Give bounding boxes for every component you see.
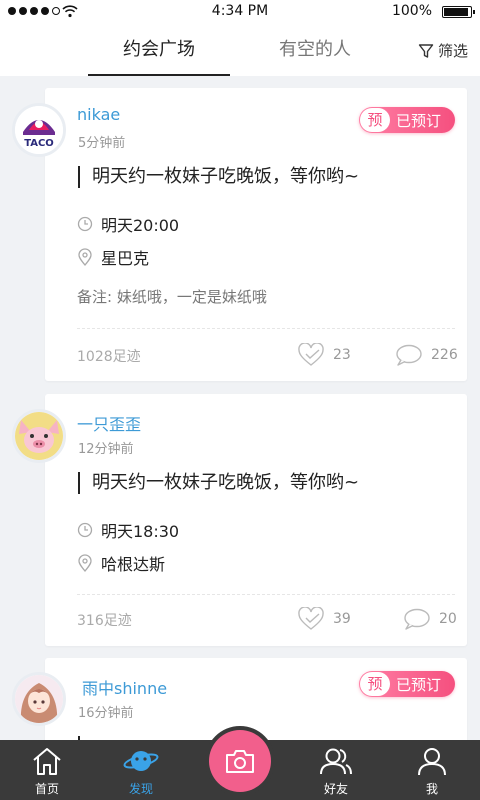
event-location: 星巴克 xyxy=(101,249,150,268)
event-time-row: 明天18:30 xyxy=(77,518,179,542)
clock-icon xyxy=(77,522,93,538)
avatar[interactable]: TACO xyxy=(12,103,66,157)
friends-icon xyxy=(320,748,352,775)
post-time: 16分钟前 xyxy=(78,706,134,721)
battery-icon xyxy=(442,6,475,18)
comment-button[interactable]: 226 xyxy=(395,343,458,367)
clock-icon xyxy=(77,216,93,232)
like-count: 39 xyxy=(333,611,351,627)
post-title: 明天约一枚妹子吃晚饭，等你哟~ xyxy=(78,166,359,188)
like-button[interactable]: 39 xyxy=(297,607,351,631)
home-icon xyxy=(33,748,61,775)
post-card[interactable]: TACO nikae 5分钟前 预 已预订 明天约一枚妹子吃晚饭，等你哟~ 明天… xyxy=(12,88,467,381)
divider xyxy=(77,594,455,595)
nav-friends[interactable]: 好友 xyxy=(296,740,376,800)
footprint-count: 1028足迹 xyxy=(77,349,141,365)
event-datetime: 明天20:00 xyxy=(101,216,180,235)
heart-icon xyxy=(298,607,324,630)
battery-percentage: 100% xyxy=(391,3,432,19)
event-location-row: 哈根达斯 xyxy=(77,551,165,575)
post-title: 明天约一枚妹子吃晚饭，等你哟~ xyxy=(78,472,359,494)
post-card[interactable]: 一只歪歪 12分钟前 明天约一枚妹子吃晚饭，等你哟~ 明天18:30 哈根达斯 … xyxy=(12,394,467,646)
nav-home-label: 首页 xyxy=(34,782,59,796)
post-note: 备注: 妹纸哦，一定是妹纸哦 xyxy=(77,288,267,306)
tab-dating-square[interactable]: 约会广场 xyxy=(88,24,230,76)
comment-button[interactable]: 20 xyxy=(403,607,457,631)
badge-label: 已预订 xyxy=(395,111,441,130)
nav-discover-label: 发现 xyxy=(128,782,153,796)
footprint-count: 316足迹 xyxy=(77,613,132,629)
username[interactable]: 一只歪歪 xyxy=(77,411,141,435)
tab-available-people[interactable]: 有空的人 xyxy=(265,24,365,76)
like-button[interactable]: 23 xyxy=(297,343,351,367)
reserved-badge[interactable]: 预 已预订 xyxy=(358,671,455,697)
event-location: 哈根达斯 xyxy=(101,555,166,574)
location-pin-icon xyxy=(78,248,92,266)
nav-friends-label: 好友 xyxy=(323,782,348,796)
reserve-icon: 预 xyxy=(359,672,390,696)
camera-button[interactable] xyxy=(205,726,275,796)
top-tab-bar: 约会广场 有空的人 筛选 xyxy=(0,24,480,76)
post-time: 12分钟前 xyxy=(78,442,134,457)
comment-icon xyxy=(404,608,430,630)
camera-icon xyxy=(226,750,254,773)
comment-count: 20 xyxy=(439,611,457,627)
comment-count: 226 xyxy=(431,347,458,363)
filter-label: 筛选 xyxy=(437,42,468,60)
username[interactable]: nikae xyxy=(77,105,120,124)
username[interactable]: 雨中shinne xyxy=(82,675,167,699)
nav-discover[interactable]: 发现 xyxy=(101,740,181,800)
event-datetime: 明天18:30 xyxy=(101,522,180,541)
planet-icon xyxy=(123,751,159,771)
event-location-row: 星巴克 xyxy=(77,245,149,269)
heart-icon xyxy=(298,343,324,366)
event-time-row: 明天20:00 xyxy=(77,212,179,236)
camera-button-circle xyxy=(209,730,271,792)
badge-label: 已预订 xyxy=(395,675,441,694)
nav-home[interactable]: 首页 xyxy=(7,740,87,800)
divider xyxy=(77,328,455,329)
bottom-navigation: 首页 发现 好友 我 xyxy=(0,726,480,800)
like-count: 23 xyxy=(333,347,351,363)
post-feed[interactable]: TACO nikae 5分钟前 预 已预订 明天约一枚妹子吃晚饭，等你哟~ 明天… xyxy=(0,76,480,740)
avatar[interactable] xyxy=(12,409,66,463)
nav-me-label: 我 xyxy=(425,782,438,796)
status-bar: 4:34 PM 100% xyxy=(0,0,480,24)
filter-icon xyxy=(418,43,434,58)
reserved-badge[interactable]: 预 已预订 xyxy=(358,107,455,133)
avatar[interactable] xyxy=(12,672,66,726)
user-icon xyxy=(418,748,446,776)
svg-text:TACO: TACO xyxy=(24,138,54,149)
post-time: 5分钟前 xyxy=(78,136,126,151)
nav-me[interactable]: 我 xyxy=(392,740,472,800)
filter-button[interactable]: 筛选 xyxy=(418,40,468,61)
comment-icon xyxy=(396,344,422,366)
location-pin-icon xyxy=(78,554,92,572)
post-card[interactable]: 雨中shinne 16分钟前 预 已预订 xyxy=(12,658,467,740)
reserve-icon: 预 xyxy=(359,108,390,132)
